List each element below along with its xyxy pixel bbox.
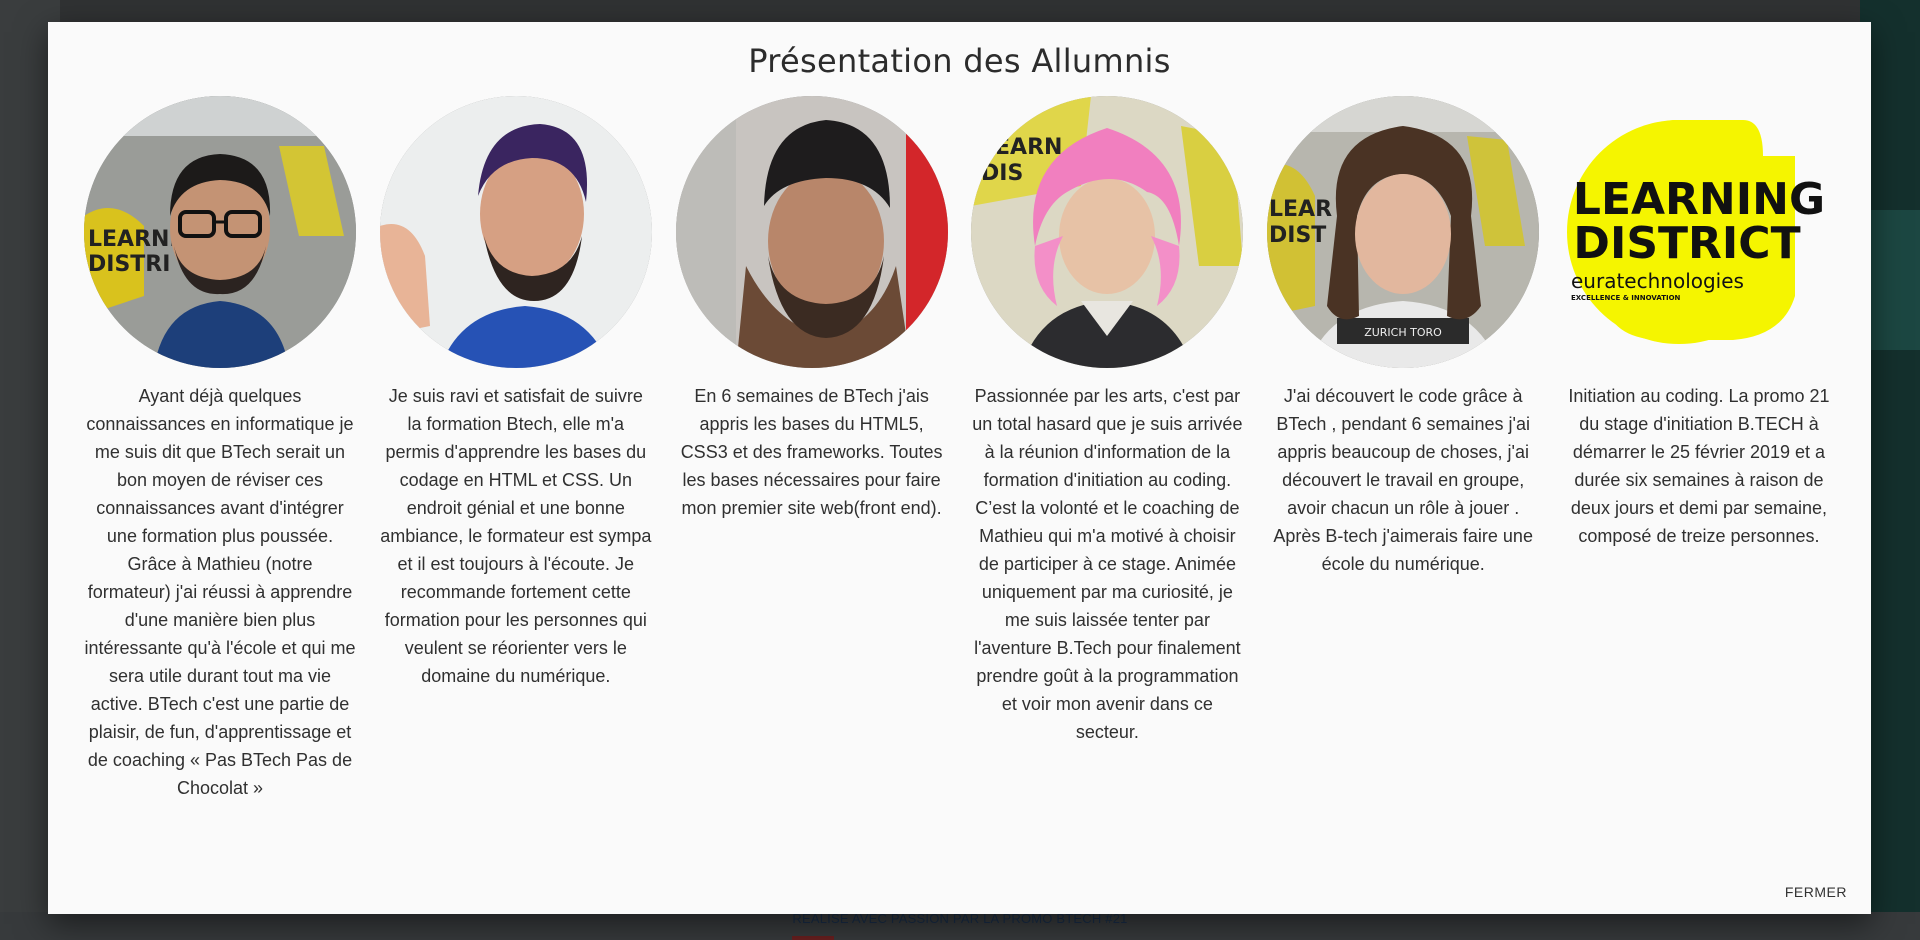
alumni-photo: LEARN DIS [971,96,1244,368]
svg-text:DIS: DIS [981,161,1023,186]
alumni-list: LEARNI DISTRI Ayant déjà quelques connai… [84,96,1835,802]
alumni-photo [379,96,652,368]
svg-text:DISTRI: DISTRI [88,252,170,277]
alumni-bio: Je suis ravi et satisfait de suivre la f… [380,386,652,686]
svg-text:euratechnologies: euratechnologies [1571,269,1744,293]
alumni-card: LEARN DIS Passionnée par les arts, c'est… [971,96,1244,802]
svg-text:LEARNI: LEARNI [88,227,178,252]
svg-text:DISTRICT: DISTRICT [1573,218,1800,269]
alumni-modal: Présentation des Allumnis LEARNI DISTRI [48,22,1871,914]
learning-district-logo: LEARNING DISTRICT euratechnologies EXCEL… [1563,96,1835,368]
alumni-photo: LEARNI DISTRI [84,96,356,368]
alumni-card: En 6 semaines de BTech j'ais appris les … [675,96,948,802]
alumni-bio: Initiation au coding. La promo 21 du sta… [1568,386,1830,546]
modal-title: Présentation des Allumnis [748,42,1171,80]
alumni-card: LEAR DIST ZURICH TORO J'ai découvert le … [1267,96,1540,802]
alumni-bio: Ayant déjà quelques connaissances en inf… [84,386,356,798]
alumni-card: Je suis ravi et satisfait de suivre la f… [379,96,652,802]
close-button[interactable]: FERMER [1783,880,1849,904]
alumni-bio: En 6 semaines de BTech j'ais appris les … [680,386,943,518]
alumni-photo: LEAR DIST ZURICH TORO [1267,96,1540,368]
svg-text:LEARN: LEARN [981,135,1062,160]
alumni-bio: Passionnée par les arts, c'est par un to… [972,386,1243,742]
alumni-photo [675,96,948,368]
alumni-card: LEARNI DISTRI Ayant déjà quelques connai… [84,96,356,802]
alumni-card: LEARNING DISTRICT euratechnologies EXCEL… [1563,96,1835,802]
svg-text:LEAR: LEAR [1269,197,1332,222]
alumni-bio: J'ai découvert le code grâce à BTech , p… [1273,386,1533,574]
shirt-text: ZURICH TORO [1364,326,1442,339]
svg-text:DIST: DIST [1269,223,1326,248]
svg-text:EXCELLENCE & INNOVATION: EXCELLENCE & INNOVATION [1571,294,1681,302]
